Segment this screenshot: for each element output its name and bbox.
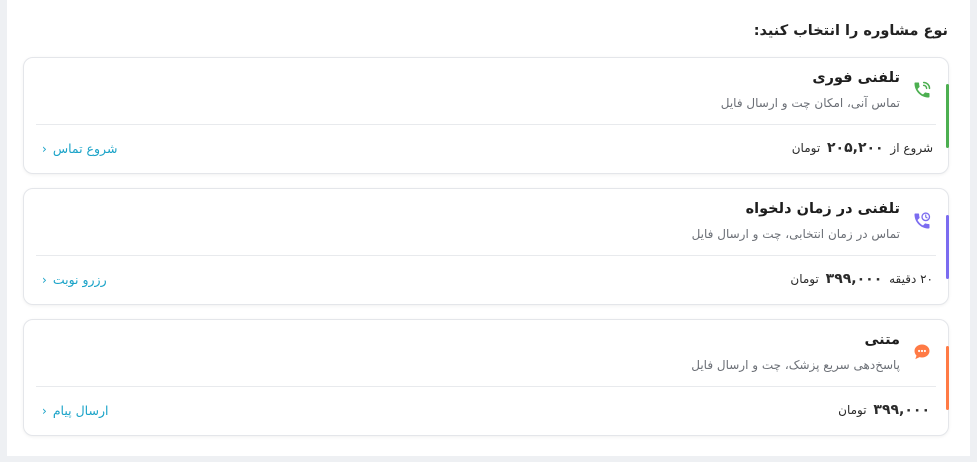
- action-label: رزرو نوبت: [52, 272, 107, 287]
- price-amount: ۲۰۵,۲۰۰: [827, 140, 884, 156]
- scheduled-phone-icon: [911, 210, 933, 232]
- price-amount: ۳۹۹,۰۰۰: [825, 271, 883, 287]
- option-price: ۲۰ دقیقه ۳۹۹,۰۰۰ تومان: [790, 271, 933, 287]
- option-price: شروع از ۲۰۵,۲۰۰ تومان: [792, 140, 933, 156]
- price-unit: تومان: [790, 272, 819, 286]
- page-heading: نوع مشاوره را انتخاب کنید:: [753, 23, 948, 39]
- divider: [36, 255, 936, 256]
- price-prefix: شروع از: [890, 141, 933, 155]
- chevron-left-icon: ‹: [42, 272, 47, 287]
- divider: [36, 386, 936, 387]
- chat-bubble-icon: [911, 341, 933, 363]
- chevron-left-icon: ‹: [42, 141, 47, 156]
- consultation-panel: نوع مشاوره را انتخاب کنید: تلفنی فوری تم…: [7, 0, 970, 456]
- chevron-left-icon: ‹: [42, 403, 47, 418]
- price-unit: تومان: [791, 141, 821, 155]
- divider: [36, 124, 936, 125]
- book-appointment-button[interactable]: رزرو نوبت ‹: [42, 272, 107, 287]
- accent-stripe: [946, 346, 949, 410]
- price-amount: ۳۹۹,۰۰۰: [873, 402, 930, 418]
- option-description: تماس آنی، امکان چت و ارسال فایل: [720, 96, 900, 110]
- send-message-button[interactable]: ارسال پیام ‹: [42, 403, 108, 418]
- action-label: شروع تماس: [52, 141, 118, 156]
- phone-icon: [911, 79, 933, 101]
- accent-stripe: [946, 84, 949, 148]
- start-call-button[interactable]: شروع تماس ‹: [42, 141, 117, 156]
- option-title: تلفنی در زمان دلخواه: [745, 201, 900, 217]
- consultation-option-scheduled-phone[interactable]: تلفنی در زمان دلخواه تماس در زمان انتخاب…: [23, 188, 949, 305]
- accent-stripe: [946, 215, 949, 279]
- price-unit: تومان: [838, 403, 867, 417]
- option-title: متنی: [864, 332, 901, 348]
- price-prefix: ۲۰ دقیقه: [889, 272, 933, 286]
- consultation-option-text[interactable]: متنی پاسخ‌دهی سریع پزشک، چت و ارسال فایل…: [23, 319, 949, 436]
- option-description: پاسخ‌دهی سریع پزشک، چت و ارسال فایل: [691, 358, 900, 372]
- option-price: ۳۹۹,۰۰۰ تومان: [838, 402, 933, 418]
- option-title: تلفنی فوری: [812, 70, 900, 86]
- action-label: ارسال پیام: [52, 403, 109, 418]
- consultation-option-instant-phone[interactable]: تلفنی فوری تماس آنی، امکان چت و ارسال فا…: [23, 57, 949, 174]
- option-description: تماس در زمان انتخابی، چت و ارسال فایل: [691, 227, 900, 241]
